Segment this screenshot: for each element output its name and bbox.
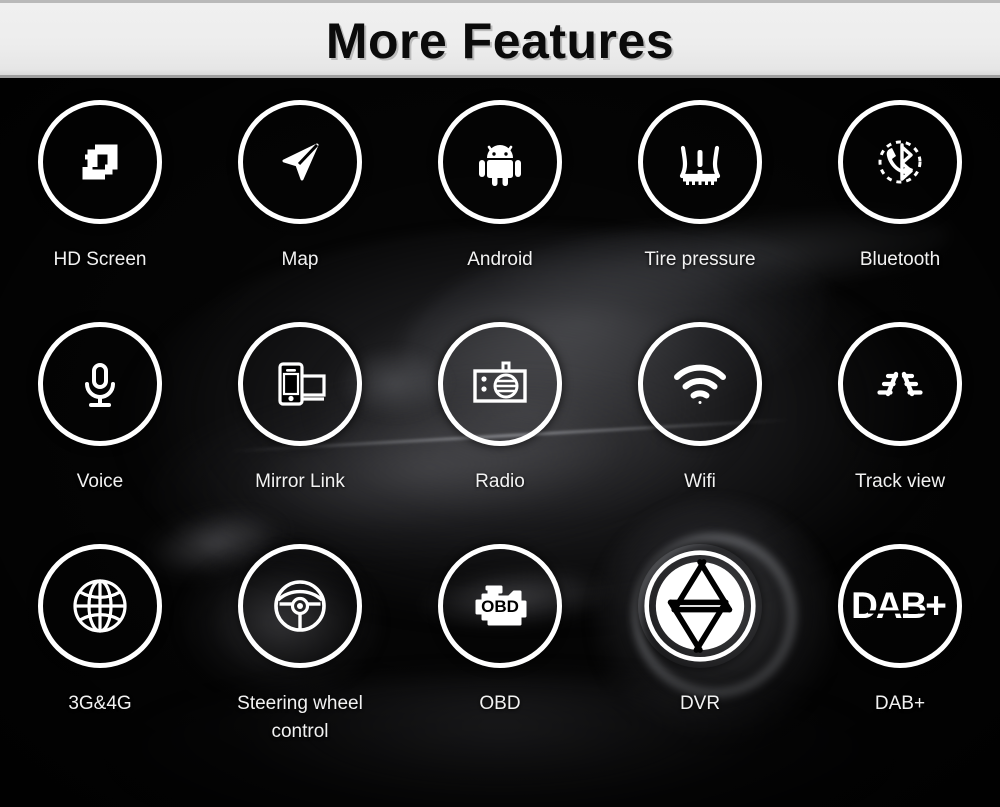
feature-item-dvr[interactable]: DVR <box>600 544 800 794</box>
camera-aperture-icon <box>644 550 756 662</box>
feature-label: OBD <box>479 693 521 714</box>
feature-label: Voice <box>76 471 124 492</box>
feature-icon-circle <box>638 544 762 668</box>
obd-icon-text: OBD <box>481 597 519 616</box>
dab-plus-wordmark-icon: DAB+ <box>851 585 948 626</box>
microphone-icon <box>85 363 115 407</box>
feature-item-dab-plus[interactable]: DAB+ DAB+ <box>800 544 1000 794</box>
feature-label: Mirror Link <box>255 471 345 492</box>
feature-label: Wifi <box>684 471 716 492</box>
feature-label: Android <box>467 249 533 270</box>
feature-icon-circle <box>438 100 562 224</box>
feature-icon-circle <box>838 100 962 224</box>
feature-icon-circle <box>38 322 162 446</box>
feature-item-bluetooth[interactable]: Bluetooth <box>800 100 1000 322</box>
globe-icon <box>73 579 127 633</box>
feature-label: Map <box>281 249 319 270</box>
feature-stage: HD Screen Map Android Tire pressure Blue… <box>0 78 1000 807</box>
feature-icon-circle <box>238 100 362 224</box>
feature-icon-circle <box>438 322 562 446</box>
feature-item-tire-pressure[interactable]: Tire pressure <box>600 100 800 322</box>
feature-icon-circle <box>638 322 762 446</box>
feature-label: HD Screen <box>53 249 147 270</box>
feature-item-steering-wheel-control[interactable]: Steering wheel control <box>200 544 400 794</box>
wifi-icon <box>674 364 726 404</box>
navigation-arrow-icon <box>282 143 319 181</box>
feature-item-mirror-link[interactable]: Mirror Link <box>200 322 400 544</box>
feature-item-track-view[interactable]: Track view <box>800 322 1000 544</box>
feature-label: Tire pressure <box>644 249 756 270</box>
radio-icon <box>473 361 527 403</box>
feature-item-radio[interactable]: Radio <box>400 322 600 544</box>
steering-wheel-icon <box>274 580 326 632</box>
android-robot-icon <box>479 145 521 186</box>
feature-icon-circle <box>38 544 162 668</box>
feature-icon-circle: OBD <box>438 544 562 668</box>
feature-item-hd-screen[interactable]: HD Screen <box>0 100 200 322</box>
engine-obd-icon: OBD <box>475 585 527 626</box>
feature-label: Bluetooth <box>859 249 941 270</box>
phone-screen-mirror-icon <box>278 362 326 406</box>
feature-item-obd[interactable]: OBD OBD <box>400 544 600 794</box>
feature-label: 3G&4G <box>68 693 132 714</box>
feature-label: DAB+ <box>874 693 926 714</box>
header-banner: More Features <box>0 0 1000 78</box>
bluetooth-phone-icon <box>878 140 922 184</box>
feature-label: Track view <box>854 471 946 492</box>
feature-icon-circle <box>838 322 962 446</box>
page-title: More Features <box>325 12 675 69</box>
feature-icon-circle <box>38 100 162 224</box>
feature-label: Radio <box>475 471 525 492</box>
dab-plus-icon-text: DAB+ <box>851 585 946 626</box>
feature-label: Steering wheel control <box>237 693 363 742</box>
tire-pressure-warning-icon <box>679 145 721 185</box>
feature-icon-circle <box>638 100 762 224</box>
feature-poster: More Features HD Screen Map Android Tire… <box>0 0 1000 807</box>
feature-icon-circle <box>238 544 362 668</box>
feature-grid: HD Screen Map Android Tire pressure Blue… <box>0 78 1000 807</box>
feature-label: DVR <box>679 693 721 714</box>
parking-guide-lines-icon <box>877 371 923 397</box>
feature-item-android[interactable]: Android <box>400 100 600 322</box>
feature-icon-circle <box>238 322 362 446</box>
feature-icon-circle: DAB+ <box>838 544 962 668</box>
feature-item-voice[interactable]: Voice <box>0 322 200 544</box>
feature-item-map[interactable]: Map <box>200 100 400 322</box>
hd-screen-icon <box>82 144 118 180</box>
feature-item-3g-4g[interactable]: 3G&4G <box>0 544 200 794</box>
feature-item-wifi[interactable]: Wifi <box>600 322 800 544</box>
